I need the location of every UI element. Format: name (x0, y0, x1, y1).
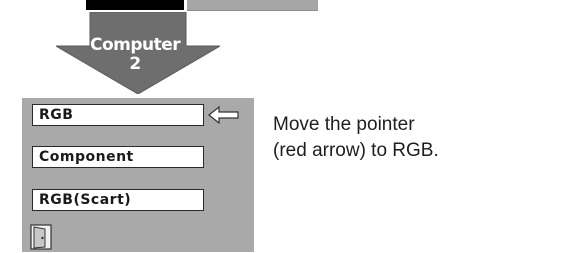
input-source-menu: RGB Component RGB(Scart) (22, 98, 254, 252)
instruction-line2: (red arrow) to RGB. (273, 140, 439, 161)
exit-door-icon[interactable] (30, 224, 52, 250)
instruction-line1: Move the pointer (273, 114, 415, 135)
left-arrow-pointer-icon (208, 106, 239, 124)
arrow-label: Computer 2 (90, 35, 181, 74)
top-menu-bar-selected-segment (86, 0, 184, 10)
instruction-text: Move the pointer (red arrow) to RGB. (273, 112, 573, 164)
menu-item-component[interactable]: Component (32, 146, 204, 168)
arrow-label-line1: Computer (90, 35, 181, 55)
arrow-label-line2: 2 (129, 54, 141, 74)
menu-item-rgb-scart[interactable]: RGB(Scart) (32, 189, 204, 211)
menu-item-rgb[interactable]: RGB (32, 104, 204, 126)
